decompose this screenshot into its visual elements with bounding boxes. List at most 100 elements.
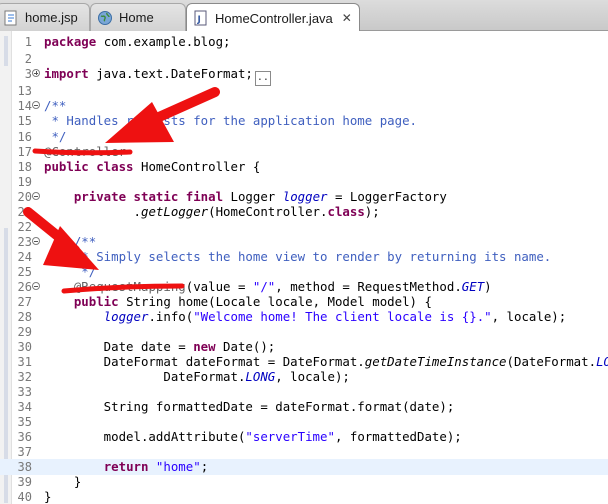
code-text: return "home"; [103,459,209,474]
code-line-1[interactable]: 1 package com.example.blog; [0,34,608,50]
code-text: */ [44,264,97,279]
code-text: DateFormat dateFormat = DateFormat.getDa… [44,354,608,369]
code-line-2[interactable]: 2 [0,51,608,67]
tab-label: HomeController.java [215,10,333,26]
code-line-26[interactable]: 26 @RequestMapping(value = "/", method =… [0,279,608,295]
code-line-21[interactable]: 21 .getLogger(HomeController.class); [0,204,608,220]
code-line-36[interactable]: 36 model.addAttribute("serverTime", form… [0,429,608,445]
code-text: public String home(Locale locale, Model … [73,294,432,309]
line-number: 29 [17,325,32,339]
code-line-16[interactable]: 16 */ [0,129,608,145]
code-text: @RequestMapping(value = "/", method = Re… [73,279,492,294]
line-number: 27 [17,295,32,309]
code-text: DateFormat.LONG, locale); [44,369,350,384]
line-number: 17 [17,145,32,159]
code-line-40[interactable]: 40} [0,489,608,504]
line-number: 16 [17,130,32,144]
code-text: private static final Logger logger = Log… [73,189,447,204]
code-text: Date date = new Date(); [44,339,276,354]
svg-text:J: J [197,15,201,25]
code-line-25[interactable]: 25 */ [0,264,608,280]
tab-label: home.jsp [25,10,78,25]
jsp-file-icon [3,10,19,26]
expand-fold-icon[interactable] [32,69,40,77]
code-line-23[interactable]: 23 /** [0,234,608,250]
code-text: .getLogger(HomeController.class); [44,204,380,219]
code-text: } [44,489,52,504]
line-number: 2 [24,52,32,66]
globe-icon [97,10,113,26]
code-line-3[interactable]: 3 import java.text.DateFormat;.. [0,66,608,86]
code-line-37[interactable]: 37 [0,444,608,460]
code-line-34[interactable]: 34 String formattedDate = dateFormat.for… [0,399,608,415]
line-number: 31 [17,355,32,369]
line-number: 33 [17,385,32,399]
line-number: 30 [17,340,32,354]
line-number: 3 [24,67,32,81]
line-number: 28 [17,310,32,324]
line-number: 20 [17,190,32,204]
code-line-38[interactable]: 38 return "home"; [0,459,608,475]
code-text: * Handles requests for the application h… [44,113,417,128]
code-text: * Simply selects the home view to render… [44,249,552,264]
line-number: 15 [17,114,32,128]
code-text: */ [44,129,67,144]
code-text: @Controller [44,144,127,159]
tab-home-jsp[interactable]: home.jsp [0,3,90,31]
code-text: /** [44,234,97,249]
code-line-13[interactable]: 13 [0,83,608,99]
line-number: 34 [17,400,32,414]
collapse-fold-icon[interactable] [32,101,40,109]
tab-homecontroller-java[interactable]: J HomeController.java ✕ [186,3,360,32]
line-number: 26 [17,280,32,294]
line-number: 21 [17,205,32,219]
code-line-39[interactable]: 39 } [0,474,608,490]
code-line-20[interactable]: 20 private static final Logger logger = … [0,189,608,205]
code-line-35[interactable]: 35 [0,414,608,430]
close-icon[interactable]: ✕ [342,11,352,25]
code-line-27[interactable]: 27 public String home(Locale locale, Mod… [0,294,608,310]
collapse-fold-icon[interactable] [32,237,40,245]
line-number: 36 [17,430,32,444]
code-text: String formattedDate = dateFormat.format… [44,399,455,414]
tab-label: Home [119,10,154,25]
java-file-icon: J [193,10,209,26]
line-number: 37 [17,445,32,459]
code-line-17[interactable]: 17 @Controller [0,144,608,160]
line-number: 38 [17,460,32,474]
code-line-24[interactable]: 24 * Simply selects the home view to ren… [0,249,608,265]
line-number: 40 [17,490,32,504]
code-line-29[interactable]: 29 [0,324,608,340]
line-number: 19 [17,175,32,189]
code-line-28[interactable]: 28 logger.info("Welcome home! The client… [0,309,608,325]
code-line-33[interactable]: 33 [0,384,608,400]
code-line-14[interactable]: 14 /** [0,98,608,114]
code-line-22[interactable]: 22 [0,219,608,235]
line-number: 1 [24,35,32,49]
collapse-fold-icon[interactable] [32,282,40,290]
line-number: 35 [17,415,32,429]
code-text: model.addAttribute("serverTime", formatt… [44,429,462,444]
code-line-19[interactable]: 19 [0,174,608,190]
code-editor[interactable]: 1 package com.example.blog; 2 3 import java.… [0,31,608,504]
code-text: public class HomeController { [44,159,261,174]
line-number: 22 [17,220,32,234]
line-number: 23 [17,235,32,249]
code-text: logger.info("Welcome home! The client lo… [103,309,567,324]
tab-home[interactable]: Home [90,3,186,31]
code-line-31[interactable]: 31 DateFormat dateFormat = DateFormat.ge… [0,354,608,370]
code-line-30[interactable]: 30 Date date = new Date(); [0,339,608,355]
line-number: 18 [17,160,32,174]
code-line-32[interactable]: 32 DateFormat.LONG, locale); [0,369,608,385]
code-text: /** [44,98,67,113]
code-line-15[interactable]: 15 * Handles requests for the applicatio… [0,113,608,129]
line-number: 14 [17,99,32,113]
code-text: package com.example.blog; [44,34,231,49]
line-number: 32 [17,370,32,384]
code-line-18[interactable]: 18 public class HomeController { [0,159,608,175]
line-number: 24 [17,250,32,264]
code-text: } [44,474,82,489]
collapse-fold-icon[interactable] [32,192,40,200]
line-number: 39 [17,475,32,489]
line-number: 13 [17,84,32,98]
